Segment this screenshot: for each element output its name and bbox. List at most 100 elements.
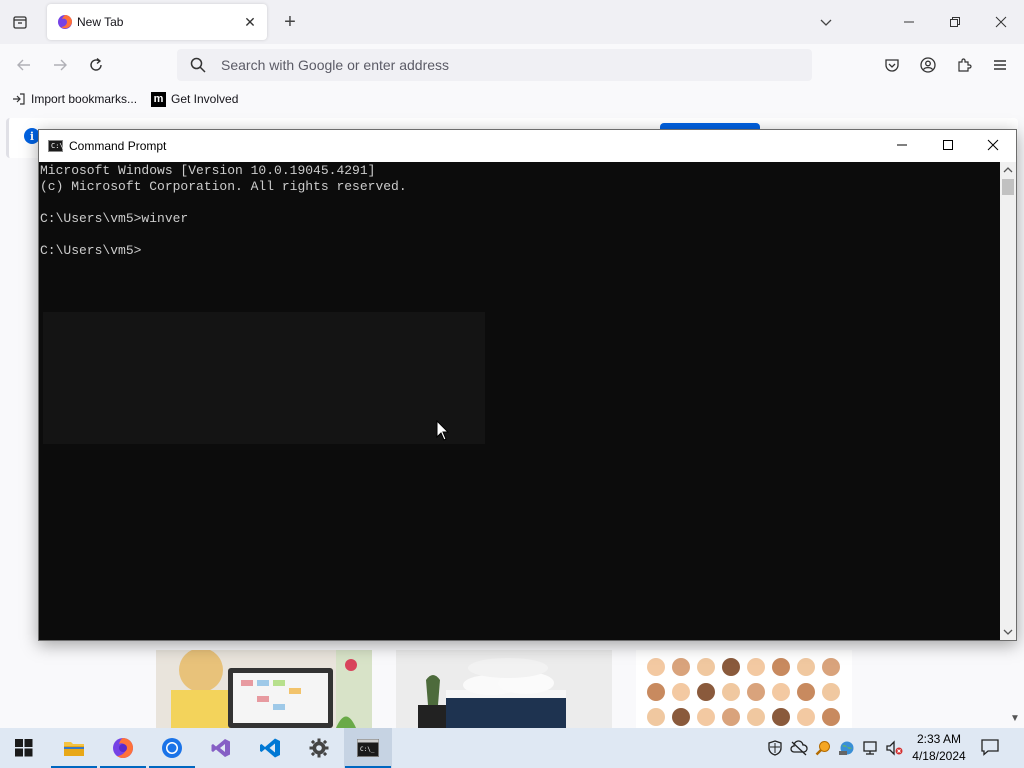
restore-button[interactable]: [932, 6, 978, 38]
taskbar-file-explorer[interactable]: [50, 728, 98, 768]
story-thumbnail-1[interactable]: [156, 650, 372, 728]
tab-new-tab[interactable]: New Tab ✕: [47, 4, 267, 40]
scrollbar-thumb[interactable]: [1002, 179, 1014, 195]
account-button[interactable]: [915, 52, 941, 78]
cmd-close-button[interactable]: [970, 130, 1016, 160]
window-title: Command Prompt: [69, 139, 167, 153]
console-output: Microsoft Windows [Version 10.0.19045.42…: [40, 163, 407, 259]
taskbar-vscode[interactable]: [246, 728, 294, 768]
cmd-maximize-button[interactable]: [925, 130, 971, 160]
extensions-button[interactable]: [951, 52, 977, 78]
terminal-icon: C:\_: [357, 739, 379, 757]
import-bookmarks-link[interactable]: Import bookmarks...: [12, 90, 137, 108]
arrow-left-icon: [17, 59, 30, 71]
story-image: [396, 650, 612, 728]
console-shadow: [43, 312, 485, 444]
network-ethernet-icon[interactable]: [862, 739, 880, 757]
story-image: [156, 650, 372, 728]
network-globe-icon[interactable]: [838, 739, 856, 757]
reload-button[interactable]: [83, 52, 109, 78]
navigation-toolbar: [0, 44, 1024, 86]
tab-close-icon[interactable]: ✕: [241, 13, 259, 31]
back-button[interactable]: [11, 52, 37, 78]
taskbar-chrome[interactable]: [148, 728, 196, 768]
page-scroll-down-icon[interactable]: ▼: [1008, 711, 1022, 725]
visual-studio-icon: [211, 739, 230, 757]
start-button[interactable]: [0, 728, 48, 768]
hamburger-menu-icon: [994, 60, 1006, 70]
cmd-minimize-button[interactable]: [879, 130, 925, 160]
close-icon: [995, 16, 1007, 28]
terminal-icon: C:\: [48, 140, 64, 152]
browser-tab-bar: New Tab ✕ +: [0, 0, 1024, 44]
minimize-button[interactable]: [886, 6, 932, 38]
message-icon: [981, 739, 999, 756]
minimize-icon: [897, 144, 907, 146]
console-line: Microsoft Windows [Version 10.0.19045.42…: [40, 163, 376, 178]
windows-logo-icon: [15, 739, 33, 757]
windows-taskbar: C:\_ 2:33 AM 4/18/2024: [0, 728, 1024, 768]
address-bar[interactable]: [177, 49, 812, 81]
console-line: C:\Users\vm5>winver: [40, 211, 189, 226]
chevron-down-icon: [820, 19, 832, 26]
get-involved-link[interactable]: m Get Involved: [151, 90, 238, 108]
chrome-icon: [162, 738, 182, 758]
story-thumbnail-2[interactable]: [396, 650, 612, 728]
mozilla-logo-icon: m: [151, 91, 166, 107]
bookmark-label: Import bookmarks...: [31, 92, 138, 106]
clock-time: 2:33 AM: [916, 732, 962, 746]
search-magnifier-icon[interactable]: [814, 739, 832, 757]
taskbar-command-prompt[interactable]: C:\_: [344, 728, 392, 768]
menu-button[interactable]: [987, 52, 1013, 78]
taskbar-firefox[interactable]: [99, 728, 147, 768]
notification-center-button[interactable]: [980, 738, 1002, 758]
firefox-icon: [58, 15, 72, 29]
clock-date: 4/18/2024: [912, 749, 966, 763]
pocket-button[interactable]: [879, 52, 905, 78]
search-input[interactable]: [221, 49, 801, 81]
new-tab-button[interactable]: +: [278, 10, 302, 34]
console-line: (c) Microsoft Corporation. All rights re…: [40, 179, 407, 194]
import-icon: [13, 93, 25, 105]
close-icon: [987, 139, 999, 151]
folder-icon: [64, 742, 84, 756]
forward-button[interactable]: [47, 52, 73, 78]
taskbar-visual-studio[interactable]: [197, 728, 245, 768]
onedrive-offline-icon[interactable]: [790, 739, 808, 757]
volume-muted-icon[interactable]: [885, 739, 903, 757]
reload-icon: [90, 57, 102, 71]
tab-list-button[interactable]: [8, 10, 32, 34]
cmd-title-bar[interactable]: C:\ Command Prompt: [39, 130, 1016, 162]
list-all-tabs-button[interactable]: [814, 10, 838, 34]
maximize-icon: [943, 140, 953, 150]
tab-title: New Tab: [77, 15, 124, 29]
security-shield-icon[interactable]: [766, 739, 784, 757]
scroll-up-icon[interactable]: [1000, 162, 1016, 178]
restore-icon: [950, 17, 960, 27]
cmd-console-area[interactable]: Microsoft Windows [Version 10.0.19045.42…: [39, 162, 1000, 640]
bookmarks-toolbar: Import bookmarks... m Get Involved: [0, 86, 1024, 112]
minimize-icon: [904, 21, 914, 23]
puzzle-icon: [958, 58, 972, 72]
bookmark-label: Get Involved: [171, 92, 239, 106]
account-icon: [920, 57, 936, 73]
close-button[interactable]: [978, 6, 1024, 38]
firefox-icon: [113, 738, 133, 758]
taskbar-clock[interactable]: 2:33 AM 4/18/2024: [908, 731, 970, 765]
pocket-icon: [885, 59, 899, 72]
arrow-right-icon: [54, 59, 67, 71]
search-icon: [190, 57, 206, 73]
gear-icon: [309, 738, 329, 758]
cmd-scrollbar[interactable]: [1000, 162, 1016, 640]
svg-text:C:\_: C:\_: [360, 746, 375, 753]
command-prompt-window[interactable]: C:\ Command Prompt Microsoft Windows [Ve…: [38, 129, 1017, 641]
story-thumbnail-3[interactable]: [636, 650, 852, 728]
tab-list-icon: [13, 16, 27, 29]
vscode-icon: [260, 738, 280, 758]
taskbar-settings[interactable]: [295, 728, 343, 768]
console-line: C:\Users\vm5>: [40, 243, 142, 258]
scroll-down-icon[interactable]: [1000, 624, 1016, 640]
story-image: [636, 650, 852, 728]
